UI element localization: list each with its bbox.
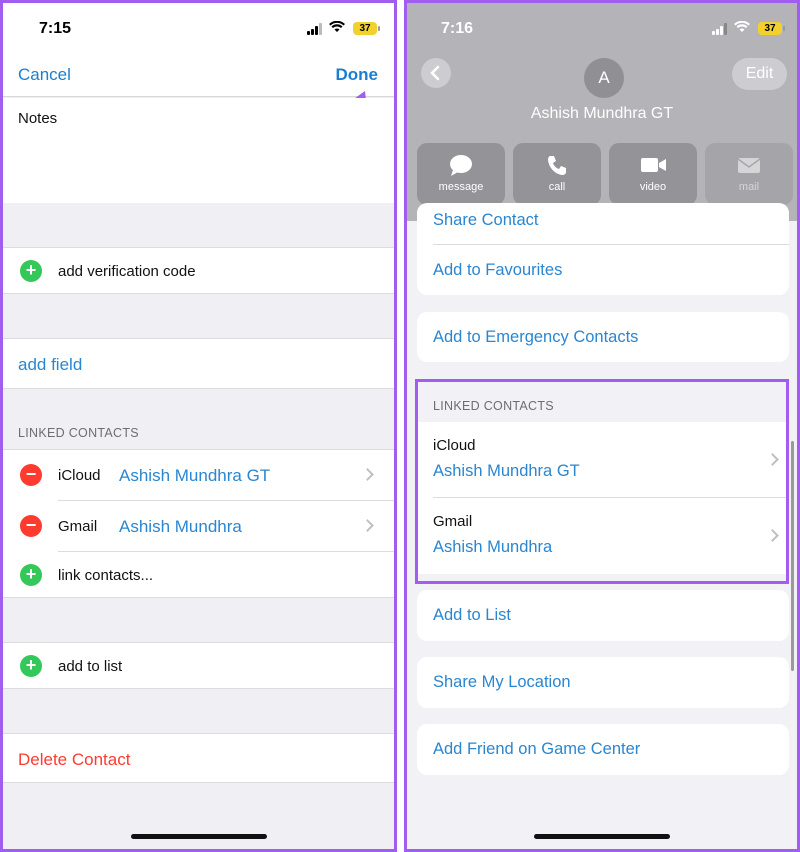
add-field-label: add field <box>18 355 83 374</box>
message-button[interactable]: message <box>417 143 505 205</box>
add-friend-game-center-button[interactable]: Add Friend on Game Center <box>417 724 789 775</box>
status-bar: 7:15 37 <box>3 3 394 53</box>
mail-button[interactable]: mail <box>705 143 793 205</box>
share-location-label: Share My Location <box>433 673 571 691</box>
add-to-list-row[interactable]: + add to list <box>3 642 394 689</box>
mail-label: mail <box>738 181 760 193</box>
home-indicator <box>534 834 670 839</box>
wifi-icon <box>734 21 750 32</box>
contact-name: Ashish Mundhra GT <box>530 105 674 122</box>
call-button[interactable]: call <box>513 143 601 205</box>
video-label: video <box>639 181 667 193</box>
linked-row-icloud[interactable]: − iCloud Ashish Mundhra GT <box>3 450 394 500</box>
add-to-list-label: add to list <box>58 658 123 675</box>
verification-label: add verification code <box>58 263 196 280</box>
add-field-row[interactable]: add field <box>3 338 394 389</box>
status-time: 7:16 <box>441 20 474 37</box>
delete-contact-row[interactable]: Delete Contact <box>3 733 394 783</box>
call-label: call <box>548 181 566 193</box>
edit-button[interactable]: Edit <box>732 58 787 90</box>
left-screenshot: 7:15 37 Cancel Done Notes + add verifica… <box>0 0 397 852</box>
add-to-list-button[interactable]: Add to List <box>417 590 789 641</box>
remove-icon[interactable]: − <box>20 464 42 486</box>
delete-contact-button[interactable]: Delete Contact <box>18 750 130 770</box>
wifi-icon <box>329 21 345 32</box>
linked-service: Gmail <box>58 518 98 535</box>
chevron-left-icon <box>430 65 440 81</box>
cancel-button[interactable]: Cancel <box>18 65 71 85</box>
signal-icon <box>712 23 730 35</box>
home-indicator <box>131 834 267 839</box>
message-icon <box>450 155 472 176</box>
link-contacts-label: link contacts... <box>58 567 154 584</box>
add-to-list-label: Add to List <box>433 606 511 624</box>
status-time: 7:15 <box>39 20 72 37</box>
link-contacts-row[interactable]: + link contacts... <box>3 552 394 598</box>
notes-field[interactable]: Notes <box>3 98 394 203</box>
share-contact-label[interactable]: Share Contact <box>433 211 538 230</box>
done-button[interactable]: Done <box>336 65 379 85</box>
video-button[interactable]: video <box>609 143 697 205</box>
phone-icon <box>548 156 566 175</box>
add-icon[interactable]: + <box>20 260 42 282</box>
add-icon[interactable]: + <box>20 564 42 586</box>
favourites-card: Share Contact Add to Favourites <box>417 203 789 295</box>
chevron-right-icon <box>361 519 374 532</box>
linked-contacts-highlight <box>415 379 789 584</box>
share-my-location-button[interactable]: Share My Location <box>417 657 789 708</box>
avatar: A <box>584 58 624 98</box>
emergency-label: Add to Emergency Contacts <box>433 328 639 346</box>
add-to-favourites-button[interactable]: Add to Favourites <box>433 261 562 280</box>
add-icon[interactable]: + <box>20 655 42 677</box>
add-to-emergency-contacts-button[interactable]: Add to Emergency Contacts <box>417 312 789 362</box>
notes-label: Notes <box>18 110 58 127</box>
game-center-label: Add Friend on Game Center <box>433 740 641 758</box>
linked-contacts-list: − iCloud Ashish Mundhra GT − Gmail Ashis… <box>3 449 394 598</box>
linked-row-gmail[interactable]: − Gmail Ashish Mundhra <box>3 501 394 551</box>
remove-icon[interactable]: − <box>20 515 42 537</box>
linked-service: iCloud <box>58 467 101 484</box>
signal-icon <box>307 23 325 35</box>
back-button[interactable] <box>421 58 451 88</box>
add-verification-code-row[interactable]: + add verification code <box>3 247 394 294</box>
linked-name: Ashish Mundhra GT <box>119 466 271 485</box>
contact-header: 7:16 37 A Edit Ashish Mundhra GT message… <box>407 3 797 221</box>
battery-icon: 37 <box>353 22 380 35</box>
linked-name: Ashish Mundhra <box>119 517 242 536</box>
video-icon <box>641 158 666 172</box>
chevron-right-icon <box>361 468 374 481</box>
mail-icon <box>737 158 761 173</box>
scrollbar[interactable] <box>791 441 794 671</box>
linked-contacts-header: LINKED CONTACTS <box>18 426 139 440</box>
right-screenshot: 7:16 37 A Edit Ashish Mundhra GT message… <box>404 0 800 852</box>
message-label: message <box>438 181 484 193</box>
battery-icon: 37 <box>758 22 785 35</box>
